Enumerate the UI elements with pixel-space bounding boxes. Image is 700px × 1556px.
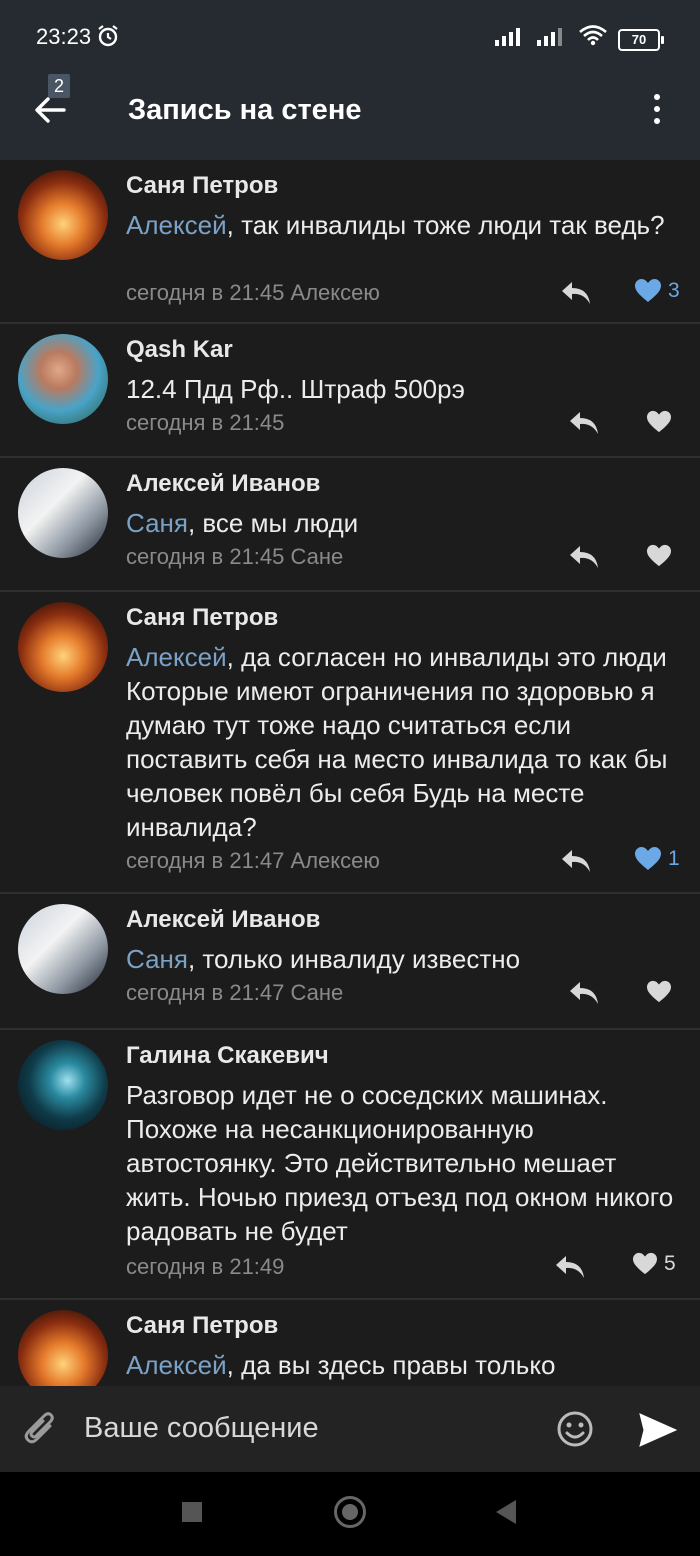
comment-text: Саня, все мы люди [126,508,359,538]
like-button[interactable] [646,980,672,1004]
comment-author[interactable]: Qash Kar [126,336,233,364]
comment-item: Саня Петров Алексей, да вы здесь правы т… [0,1300,700,1386]
signal-icon [494,26,526,51]
avatar[interactable] [18,334,108,424]
comment-item: Галина Скакевич Разговор идет не о сосед… [0,1030,700,1300]
comment-meta: сегодня в 21:45 Алексею [126,280,380,305]
send-button[interactable] [638,1412,678,1453]
comment-meta: сегодня в 21:45 Сане [126,544,344,569]
reply-to-link[interactable]: Саня [126,944,188,974]
reply-to-link[interactable]: Саня [126,508,188,538]
comment-author[interactable]: Саня Петров [126,1312,278,1340]
reply-button[interactable] [560,280,592,306]
comment-text: Алексей, так инвалиды тоже люди так ведь… [126,210,665,240]
page-title: Запись на стене [128,94,362,126]
like-button[interactable]: 3 [634,278,680,304]
like-button[interactable] [646,544,672,568]
battery-icon: 70 [618,29,664,51]
emoji-icon [557,1411,593,1447]
avatar[interactable] [18,1040,108,1130]
reply-button[interactable] [560,848,592,874]
attach-button[interactable] [22,1410,58,1453]
comment-text: Разговор идет не о соседских машинах. По… [126,1080,674,1246]
avatar[interactable] [18,1310,108,1386]
avatar[interactable] [18,170,108,260]
comment-item: Саня Петров Алексей, да согласен но инва… [0,592,700,894]
reply-button[interactable] [568,980,600,1006]
comment-text: Алексей, да вы здесь правы только [126,1350,556,1380]
reply-icon [562,282,590,304]
reply-to-link[interactable]: Алексей [126,642,227,672]
comment-item: Алексей Иванов Саня, только инвалиду изв… [0,894,700,1030]
comment-meta: сегодня в 21:47 Алексею [126,848,380,873]
system-nav-bar [0,1472,700,1556]
message-input-bar: Ваше сообщение [0,1386,700,1472]
like-count: 1 [668,847,680,870]
avatar[interactable] [18,904,108,994]
app-bar: 2 Запись на стене [0,60,700,160]
heart-icon [647,544,671,567]
comment-author[interactable]: Галина Скакевич [126,1042,329,1070]
reply-icon [570,546,598,568]
notification-badge: 2 [48,74,70,98]
status-time: 23:23 [36,24,92,49]
like-count: 3 [668,279,680,302]
heart-icon [635,279,661,302]
reply-icon [556,1256,584,1278]
reply-button[interactable] [568,544,600,570]
status-bar: 23:23 70 [0,0,700,60]
signal-icon [536,26,568,51]
more-vertical-icon [654,94,660,100]
reply-button[interactable] [554,1254,586,1280]
comment-author[interactable]: Алексей Иванов [126,906,320,934]
reply-icon [570,412,598,434]
comment-author[interactable]: Алексей Иванов [126,470,320,498]
message-input[interactable]: Ваше сообщение [84,1412,319,1445]
wifi-icon [578,24,608,51]
comment-author[interactable]: Саня Петров [126,604,278,632]
comment-meta: сегодня в 21:49 [126,1254,285,1279]
heart-icon [633,1252,657,1275]
reply-to-link[interactable]: Алексей [126,1350,227,1380]
reply-icon [570,982,598,1004]
comment-author[interactable]: Саня Петров [126,172,278,200]
reply-to-link[interactable]: Алексей [126,210,227,240]
heart-icon [635,847,661,870]
avatar[interactable] [18,468,108,558]
comment-text: Алексей, да согласен но инвалиды это люд… [126,642,668,842]
reply-button[interactable] [568,410,600,436]
comment-meta: сегодня в 21:45 [126,410,285,435]
comment-text: Саня, только инвалиду известно [126,944,521,974]
comment-item: Qash Kar 12.4 Пдд Рф.. Штраф 500рэ сегод… [0,324,700,458]
alarm-icon [96,24,120,53]
avatar[interactable] [18,602,108,692]
comment-list[interactable]: Саня Петров Алексей, так инвалиды тоже л… [0,160,700,1386]
comment-meta: сегодня в 21:47 Сане [126,980,344,1005]
comment-item: Саня Петров Алексей, так инвалиды тоже л… [0,160,700,324]
system-back-button[interactable] [496,1500,516,1524]
reply-icon [562,850,590,872]
send-icon [639,1413,678,1447]
comment-text: 12.4 Пдд Рф.. Штраф 500рэ [126,374,465,404]
comment-item: Алексей Иванов Саня, все мы люди сегодня… [0,458,700,592]
like-button[interactable] [646,410,672,434]
more-options-button[interactable] [650,94,664,128]
like-count: 5 [664,1252,676,1275]
recents-button[interactable] [182,1502,202,1522]
heart-icon [647,980,671,1003]
home-button[interactable] [334,1496,366,1528]
emoji-button[interactable] [556,1410,594,1453]
heart-icon [647,410,671,433]
like-button[interactable]: 1 [634,846,680,872]
like-button[interactable]: 5 [632,1252,676,1276]
paperclip-icon [24,1412,54,1444]
